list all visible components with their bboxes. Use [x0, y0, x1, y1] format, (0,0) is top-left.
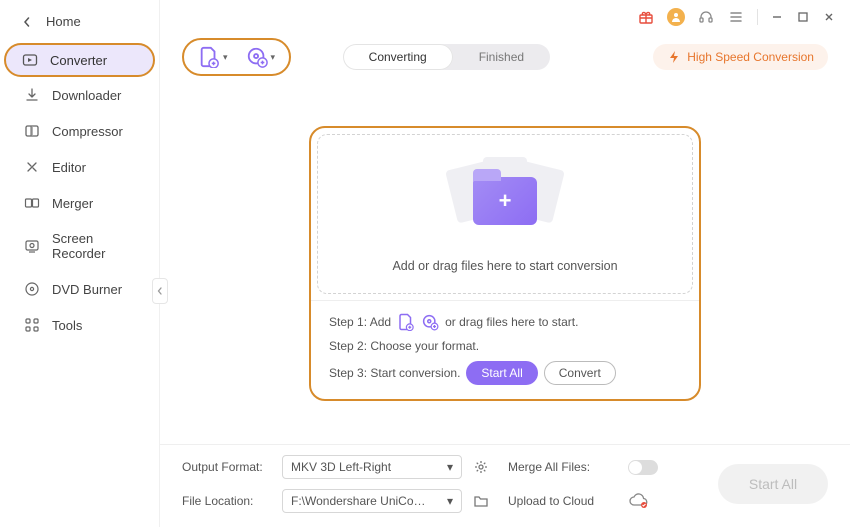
sidebar-item-label: Merger: [52, 196, 93, 211]
compressor-icon: [24, 123, 40, 139]
file-location-select[interactable]: F:\Wondershare UniConverter 1 ▾: [282, 489, 462, 513]
folder-illustration: +: [445, 161, 565, 241]
high-speed-label: High Speed Conversion: [687, 50, 814, 64]
headset-icon[interactable]: [697, 8, 715, 26]
step3-text: Step 3: Start conversion.: [329, 366, 460, 380]
close-button[interactable]: [822, 10, 836, 24]
step1-post: or drag files here to start.: [445, 315, 578, 329]
converter-icon: [22, 52, 38, 68]
merger-icon: [24, 195, 40, 211]
editor-icon: [24, 159, 40, 175]
start-all-example-button: Start All: [466, 361, 537, 385]
minimize-button[interactable]: [770, 10, 784, 24]
output-format-value: MKV 3D Left-Right: [291, 460, 391, 474]
chevron-left-icon: [22, 17, 32, 27]
sidebar-item-editor[interactable]: Editor: [6, 150, 153, 184]
sidebar-item-label: Screen Recorder: [52, 231, 135, 261]
chevron-down-icon: ▾: [223, 52, 228, 63]
bolt-icon: [667, 50, 681, 64]
sidebar-item-merger[interactable]: Merger: [6, 186, 153, 220]
file-location-label: File Location:: [182, 494, 272, 508]
user-avatar-icon[interactable]: [667, 8, 685, 26]
home-label: Home: [46, 14, 81, 29]
content: + Add or drag files here to start conver…: [160, 80, 850, 444]
open-folder-icon[interactable]: [472, 492, 490, 510]
settings-gear-icon[interactable]: [472, 458, 490, 476]
chevron-down-icon: ▾: [447, 494, 453, 508]
sidebar-item-tools[interactable]: Tools: [6, 308, 153, 342]
convert-example-button: Convert: [544, 361, 616, 385]
maximize-button[interactable]: [796, 10, 810, 24]
tab-finished[interactable]: Finished: [453, 44, 550, 70]
output-format-select[interactable]: MKV 3D Left-Right ▾: [282, 455, 462, 479]
toolbar: ▾ ▾ Converting Finished High Speed Conve…: [160, 34, 850, 80]
add-file-icon: [397, 313, 415, 331]
sidebar-item-downloader[interactable]: Downloader: [6, 78, 153, 112]
sidebar-item-converter[interactable]: Converter: [4, 43, 155, 77]
step-3: Step 3: Start conversion. Start All Conv…: [329, 361, 681, 385]
sidebar-item-label: Converter: [50, 53, 107, 68]
sidebar-item-screen-recorder[interactable]: Screen Recorder: [6, 222, 153, 270]
step-2: Step 2: Choose your format.: [329, 339, 681, 353]
tools-icon: [24, 317, 40, 333]
steps: Step 1: Add or drag files here to start.…: [311, 300, 699, 399]
dropzone: + Add or drag files here to start conver…: [309, 126, 701, 401]
add-dvd-icon: [421, 313, 439, 331]
add-file-button[interactable]: ▾: [198, 46, 228, 68]
sidebar-item-compressor[interactable]: Compressor: [6, 114, 153, 148]
high-speed-badge[interactable]: High Speed Conversion: [653, 44, 828, 70]
titlebar: [160, 0, 850, 34]
file-location-value: F:\Wondershare UniConverter 1: [291, 494, 431, 508]
start-all-button[interactable]: Start All: [718, 464, 828, 504]
bottom-bar: Output Format: MKV 3D Left-Right ▾ Merge…: [160, 444, 850, 527]
add-button-group: ▾ ▾: [182, 38, 291, 76]
gift-icon[interactable]: [637, 8, 655, 26]
sidebar: Home Converter Downloader Compressor: [0, 0, 160, 527]
sidebar-item-label: Compressor: [52, 124, 123, 139]
nav: Converter Downloader Compressor Editor: [0, 43, 159, 343]
chevron-down-icon: ▾: [271, 52, 276, 63]
dropzone-area[interactable]: + Add or drag files here to start conver…: [317, 134, 693, 294]
output-format-label: Output Format:: [182, 460, 272, 474]
sidebar-item-label: Editor: [52, 160, 86, 175]
downloader-icon: [24, 87, 40, 103]
merge-label: Merge All Files:: [508, 460, 618, 474]
plus-icon: +: [499, 188, 512, 214]
sidebar-item-label: Tools: [52, 318, 82, 333]
chevron-down-icon: ▾: [447, 460, 453, 474]
menu-icon[interactable]: [727, 8, 745, 26]
sidebar-item-label: DVD Burner: [52, 282, 122, 297]
screen-recorder-icon: [24, 238, 40, 254]
dvd-burner-icon: [24, 281, 40, 297]
tab-segment: Converting Finished: [343, 44, 550, 70]
sidebar-item-dvd-burner[interactable]: DVD Burner: [6, 272, 153, 306]
sidebar-item-label: Downloader: [52, 88, 121, 103]
home-back[interactable]: Home: [0, 6, 159, 43]
dropzone-prompt: Add or drag files here to start conversi…: [392, 259, 617, 273]
step-1: Step 1: Add or drag files here to start.: [329, 313, 681, 331]
main: ▾ ▾ Converting Finished High Speed Conve…: [160, 0, 850, 527]
upload-cloud-label: Upload to Cloud: [508, 494, 618, 508]
tab-converting[interactable]: Converting: [343, 44, 453, 70]
upload-cloud-icon[interactable]: [628, 493, 688, 509]
add-dvd-button[interactable]: ▾: [246, 46, 276, 68]
step1-pre: Step 1: Add: [329, 315, 391, 329]
merge-toggle[interactable]: [628, 460, 658, 475]
